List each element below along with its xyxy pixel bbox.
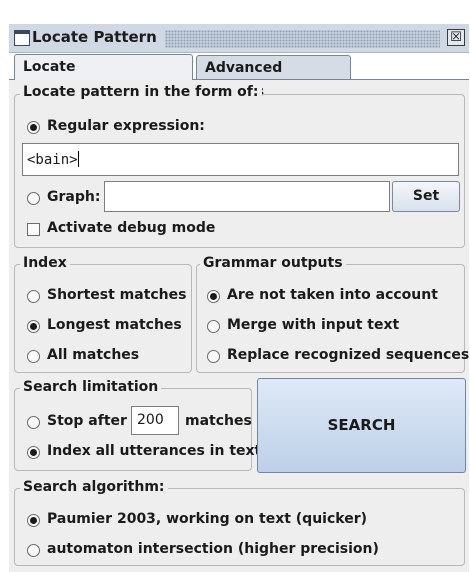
- search-button[interactable]: SEARCH: [257, 378, 466, 473]
- index-all-utterances-radio[interactable]: [27, 446, 40, 459]
- close-icon[interactable]: ☒: [447, 29, 465, 46]
- search-limitation-group-title: Search limitation: [20, 379, 162, 395]
- window-title: Locate Pattern: [32, 28, 157, 46]
- text-caret: [77, 151, 79, 167]
- grammar-replace-label: Replace recognized sequences: [227, 347, 470, 363]
- index-all-radio[interactable]: [27, 350, 40, 363]
- search-algorithm-group-title: Search algorithm:: [20, 479, 168, 495]
- index-longest-label: Longest matches: [47, 317, 182, 333]
- set-button[interactable]: Set: [392, 181, 460, 212]
- debug-checkbox[interactable]: [27, 223, 40, 236]
- regex-radio[interactable]: [27, 121, 40, 134]
- index-longest-radio[interactable]: [27, 320, 40, 333]
- graph-radio[interactable]: [27, 192, 40, 205]
- algorithm-automaton-radio[interactable]: [27, 544, 40, 557]
- grammar-not-taken-radio[interactable]: [207, 290, 220, 303]
- graph-label: Graph:: [47, 189, 101, 205]
- stop-after-label: Stop after: [47, 413, 127, 429]
- index-shortest-radio[interactable]: [27, 290, 40, 303]
- regex-label: Regular expression:: [47, 118, 205, 134]
- index-shortest-label: Shortest matches: [47, 287, 187, 303]
- regex-input-value: <bain>: [27, 152, 78, 168]
- index-group-title: Index: [20, 255, 70, 271]
- locate-pattern-group-title: Locate pattern in the form of:: [20, 84, 262, 100]
- tab-advanced-options[interactable]: Advanced options: [196, 55, 351, 100]
- grammar-outputs-group-title: Grammar outputs: [200, 255, 346, 271]
- index-all-utterances-label: Index all utterances in text: [47, 443, 262, 459]
- algorithm-paumier-radio[interactable]: [27, 514, 40, 527]
- title-bar-grip: [165, 30, 440, 48]
- tab-locate-configuration[interactable]: Locate configuration: [14, 54, 193, 99]
- grammar-replace-radio[interactable]: [207, 350, 220, 363]
- grammar-not-taken-label: Are not taken into account: [227, 287, 438, 303]
- window-icon: [14, 30, 30, 46]
- index-all-label: All matches: [47, 347, 140, 363]
- grammar-merge-label: Merge with input text: [227, 317, 400, 333]
- stop-after-count-value: 200: [137, 412, 164, 428]
- algorithm-paumier-label: Paumier 2003, working on text (quicker): [47, 511, 368, 527]
- debug-label: Activate debug mode: [47, 220, 216, 236]
- graph-input[interactable]: [104, 181, 390, 212]
- regex-input[interactable]: <bain>: [22, 143, 459, 176]
- stop-after-count-input[interactable]: 200: [131, 406, 179, 435]
- stop-after-radio[interactable]: [27, 416, 40, 429]
- matches-label: matches: [185, 413, 252, 429]
- grammar-merge-radio[interactable]: [207, 320, 220, 333]
- algorithm-automaton-label: automaton intersection (higher precision…: [47, 541, 379, 557]
